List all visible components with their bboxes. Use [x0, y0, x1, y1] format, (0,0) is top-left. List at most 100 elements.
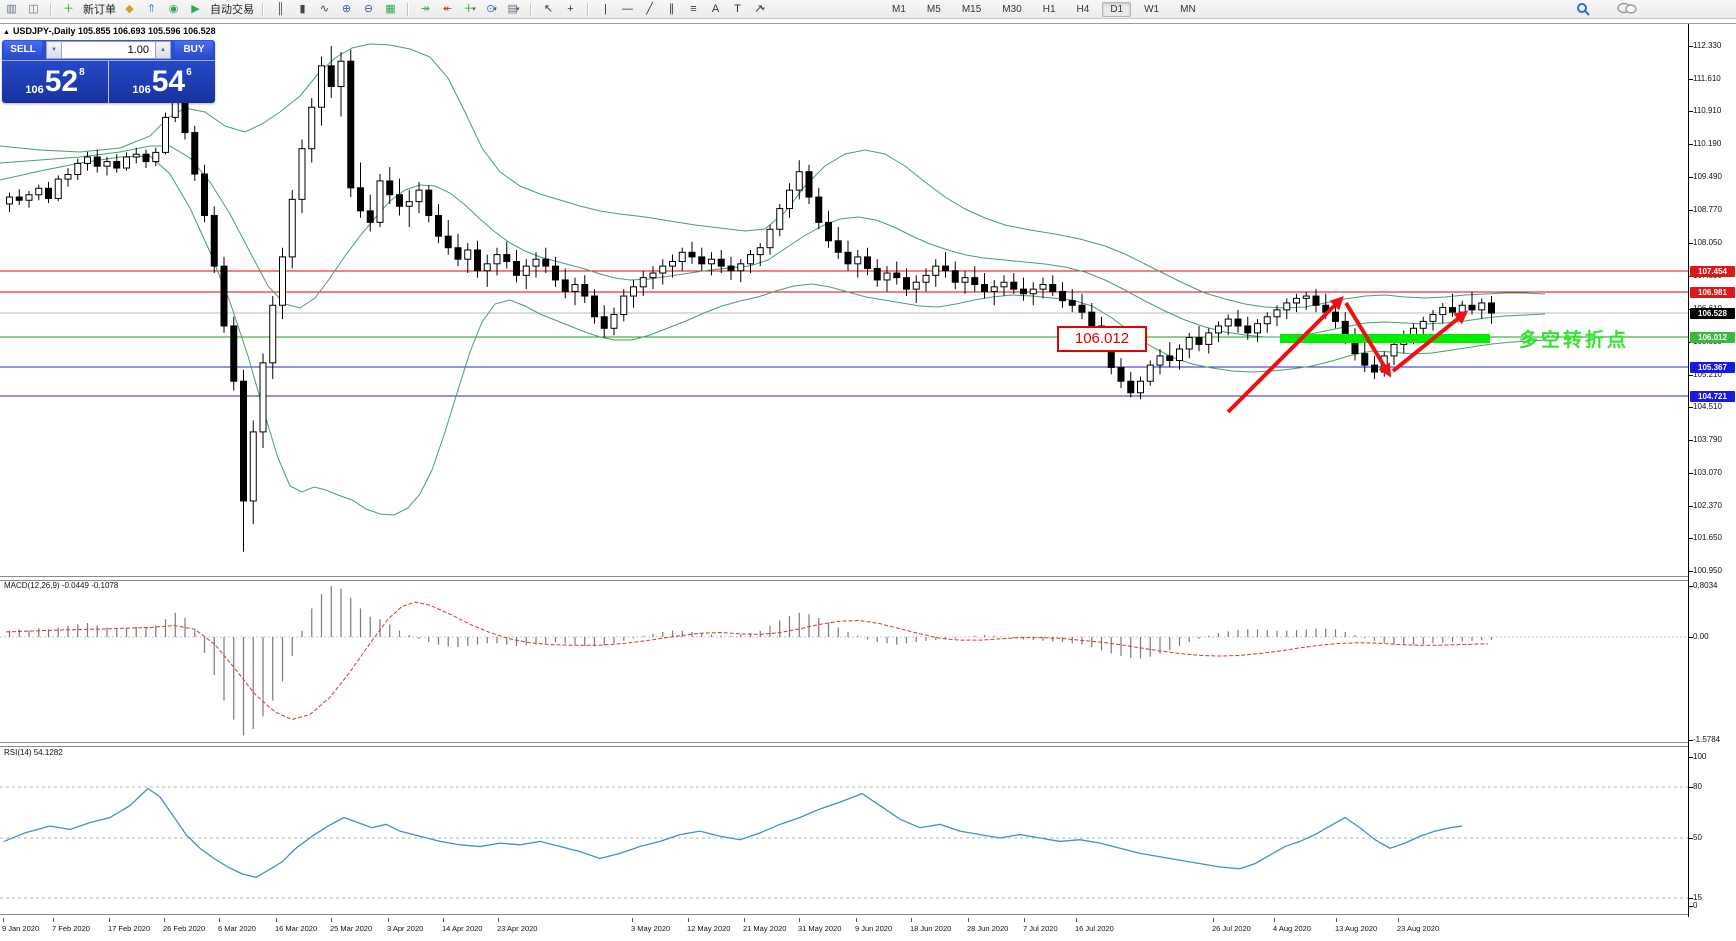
timeframe-d1[interactable]: D1 [1102, 1, 1132, 17]
date-tick-mark [1213, 918, 1214, 922]
publish-icon[interactable]: ⇑ [143, 2, 160, 17]
price-tick: 108.050 [1693, 238, 1722, 247]
bar-chart-icon[interactable]: ║ [272, 2, 289, 17]
date-tick-mark [53, 918, 54, 922]
macd-chart[interactable] [0, 579, 1688, 742]
sell-price[interactable]: 106 52 8 [2, 61, 109, 103]
date-label: 31 May 2020 [798, 924, 842, 933]
auto-scroll-icon[interactable]: ↠ [417, 2, 434, 17]
chart-shift-icon[interactable]: ↞ [439, 2, 456, 17]
price-chart[interactable] [0, 24, 1688, 577]
chart-window-icon[interactable]: ▥ [3, 2, 20, 17]
cursor-icon: ↖ [543, 2, 554, 15]
expert-advisor-icon[interactable]: ◆ [121, 2, 138, 17]
autotrading-icon[interactable]: ▶ [187, 2, 204, 17]
line-chart-icon[interactable]: ∿ [316, 2, 333, 17]
date-tick-mark [3, 918, 4, 922]
date-label: 28 Jun 2020 [967, 924, 1009, 933]
fibonacci-icon[interactable]: ≡ [685, 2, 702, 17]
price-tick: 111.610 [1693, 74, 1721, 83]
vline-icon[interactable]: | [597, 2, 614, 17]
chat-icon[interactable] [1617, 2, 1637, 16]
pane-splitter[interactable] [0, 742, 1736, 747]
zoom-in-icon[interactable]: ⊕ [338, 2, 355, 17]
date-tick-mark [688, 918, 689, 922]
indicators-icon[interactable]: ＋ ▾ [461, 2, 478, 17]
timeframe-m5[interactable]: M5 [919, 2, 949, 17]
text-icon[interactable]: A [707, 2, 724, 17]
date-label: 18 Jun 2020 [910, 924, 952, 933]
search-icon[interactable] [1576, 2, 1591, 17]
timeframe-mn[interactable]: MN [1172, 2, 1204, 17]
price-badge: 104.721 [1690, 390, 1735, 402]
price-tick: 108.770 [1693, 205, 1722, 214]
timeframe-w1[interactable]: W1 [1136, 2, 1167, 17]
price-tick: 0 [1693, 901, 1698, 910]
toolbar-separator [262, 2, 264, 16]
pane-splitter[interactable] [0, 576, 1736, 581]
price-tick: 110.190 [1693, 139, 1722, 148]
toolbar-right-group [1576, 0, 1637, 18]
new-order-icon-label[interactable]: 新订单 [83, 1, 116, 17]
date-tick-mark [1274, 918, 1275, 922]
date-label: 17 Feb 2020 [108, 924, 151, 933]
volume-decrease-button[interactable]: ▼ [46, 41, 62, 59]
zoom-out-icon[interactable]: ⊖ [360, 2, 377, 17]
date-tick-mark [276, 918, 277, 922]
volume-increase-button[interactable]: ▲ [155, 41, 171, 59]
sell-button[interactable]: SELL [4, 41, 42, 59]
rsi-chart[interactable] [0, 745, 1688, 913]
channel-icon[interactable]: ∥ [663, 2, 680, 17]
quote-prices: 106 52 8 106 54 6 [2, 61, 215, 103]
symbol-marker-icon: ▲ [3, 29, 10, 36]
text-label-icon[interactable]: T [729, 2, 746, 17]
date-label: 26 Feb 2020 [163, 924, 206, 933]
new-order-icon[interactable]: ＋ [60, 2, 77, 17]
bar-chart-icon: ║ [276, 2, 285, 15]
chart-shift-icon: ↞ [442, 2, 453, 15]
templates-icon[interactable]: ▤ ▾ [505, 2, 522, 17]
date-axis: 9 Jan 2020 7 Feb 2020 17 Feb 2020 26 Feb 20… [0, 918, 1736, 941]
volume-input[interactable]: 1.00 [62, 41, 155, 59]
sell-price-base: 106 [25, 84, 44, 96]
axis-tick-mark [1689, 210, 1693, 211]
timeframe-h1[interactable]: H1 [1035, 2, 1064, 17]
mt4-window: ▥ ◫ ＋新订单 ◆ ⇑ ◉ ▶ 自动交易 ║ ▮ ∿ ⊕ ⊖ ▦ ↠ ↞ ＋ ▾ ⊙ ▾ ▤ ▾ ↖ + | — ╱ ∥ ≡ A T ↗ ▾ … [0, 0, 1736, 941]
new-order-icon: ＋ [63, 2, 74, 15]
date-tick-mark [219, 918, 220, 922]
toolbar-separator [407, 2, 409, 16]
cursor-icon[interactable]: ↖ [540, 2, 557, 17]
text-icon: A [711, 2, 720, 15]
timeframe-m15[interactable]: M15 [954, 2, 989, 17]
buy-price-pip: 6 [186, 67, 192, 78]
signals-icon[interactable]: ◉ [165, 2, 182, 17]
buy-button[interactable]: BUY [175, 41, 213, 59]
macd-label: MACD(12,26,9) -0.0449 -0.1078 [4, 581, 119, 590]
axis-tick-mark [1689, 906, 1693, 907]
price-tick: 109.490 [1693, 172, 1722, 181]
date-label: 23 Aug 2020 [1397, 924, 1440, 933]
autotrading-icon-label[interactable]: 自动交易 [210, 1, 254, 17]
date-label: 13 Aug 2020 [1335, 924, 1378, 933]
price-tick: 104.510 [1693, 402, 1722, 411]
crosshair-icon[interactable]: + [562, 2, 579, 17]
price-tick: 100.950 [1693, 566, 1722, 575]
axis-tick-mark [1689, 46, 1693, 47]
timeframe-h4[interactable]: H4 [1069, 2, 1098, 17]
toolbar-separator [530, 2, 532, 16]
arrows-icon[interactable]: ↗ ▾ [751, 2, 768, 17]
profiles-icon[interactable]: ◫ [25, 2, 42, 17]
timeframe-m30[interactable]: M30 [994, 2, 1029, 17]
price-tick: 80 [1693, 782, 1702, 791]
trendline-icon[interactable]: ╱ [641, 2, 658, 17]
tile-windows-icon[interactable]: ▦ [382, 2, 399, 17]
date-tick-mark [331, 918, 332, 922]
buy-price-base: 106 [132, 84, 151, 96]
periods-icon[interactable]: ⊙ ▾ [483, 2, 500, 17]
candlest-icon[interactable]: ▮ [294, 2, 311, 17]
vline-icon: | [604, 2, 607, 15]
timeframe-m1[interactable]: M1 [884, 2, 914, 17]
date-label: 7 Jul 2020 [1023, 924, 1058, 933]
buy-price[interactable]: 106 54 6 [109, 61, 215, 103]
hline-icon[interactable]: — [619, 2, 636, 17]
